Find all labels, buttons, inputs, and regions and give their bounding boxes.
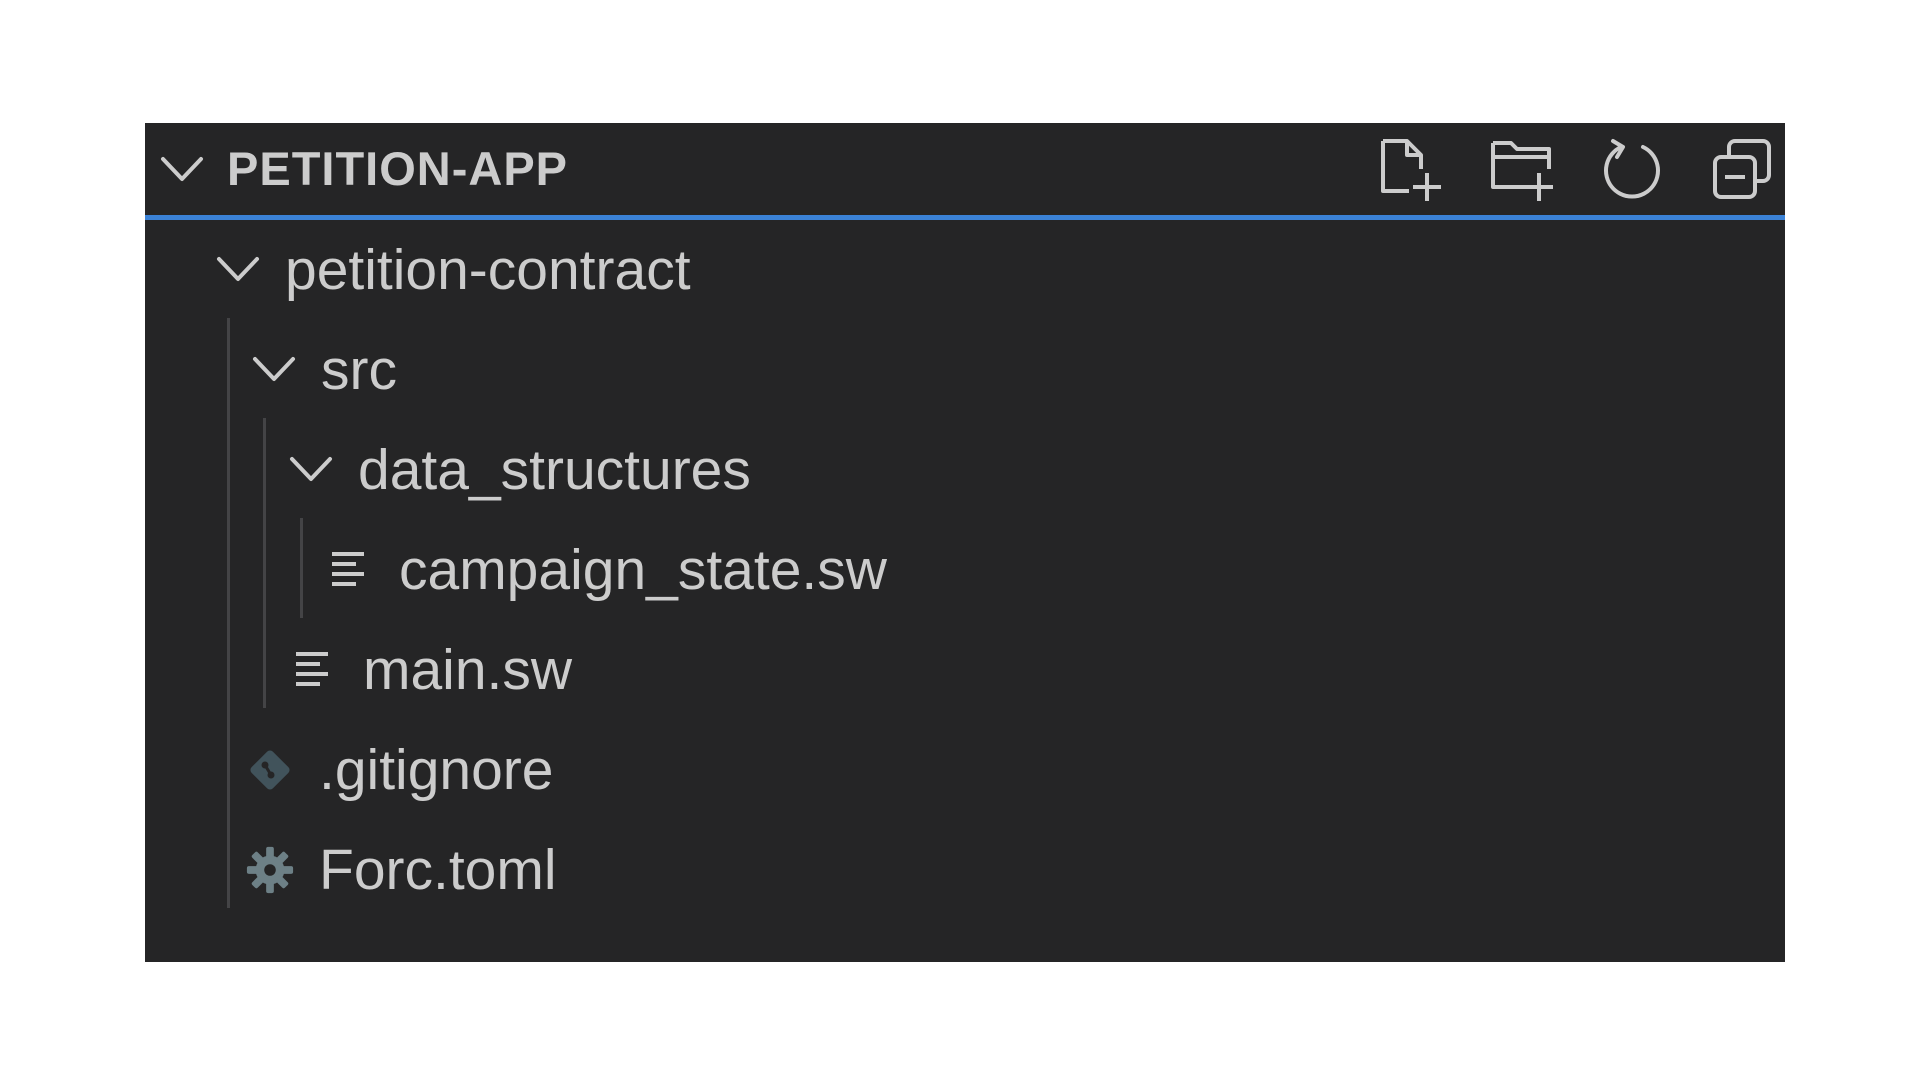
tree-file-campaign-state[interactable]: campaign_state.sw — [145, 520, 1785, 620]
tree-item-label: .gitignore — [319, 738, 554, 802]
chevron-down-icon[interactable] — [288, 453, 334, 487]
explorer-header[interactable]: PETITION-APP — [145, 123, 1785, 220]
tree-item-label: petition-contract — [285, 238, 691, 302]
chevron-down-icon[interactable] — [159, 153, 205, 187]
new-file-icon — [1381, 139, 1441, 201]
tree-item-label: src — [321, 338, 397, 402]
explorer-actions — [1379, 135, 1775, 205]
collapse-all-icon — [1713, 139, 1771, 199]
tree-folder-src[interactable]: src — [145, 320, 1785, 420]
file-tree: petition-contract src data_structures ca… — [145, 220, 1785, 920]
file-explorer: PETITION-APP petition-contract src data_… — [145, 123, 1785, 962]
new-file-button[interactable] — [1379, 135, 1445, 205]
git-icon — [245, 745, 295, 795]
text-file-icon — [289, 645, 339, 695]
tree-file-gitignore[interactable]: .gitignore — [145, 720, 1785, 820]
tree-item-label: main.sw — [363, 638, 573, 702]
text-file-icon — [325, 545, 375, 595]
new-folder-icon — [1491, 141, 1553, 201]
refresh-icon — [1604, 139, 1660, 199]
refresh-button[interactable] — [1599, 135, 1665, 205]
gear-icon — [245, 845, 295, 895]
chevron-down-icon[interactable] — [215, 253, 261, 287]
chevron-down-icon[interactable] — [251, 353, 297, 387]
tree-item-label: data_structures — [358, 438, 751, 502]
explorer-title: PETITION-APP — [227, 142, 569, 195]
tree-item-label: Forc.toml — [319, 838, 557, 902]
tree-file-forc-toml[interactable]: Forc.toml — [145, 820, 1785, 920]
tree-file-main[interactable]: main.sw — [145, 620, 1785, 720]
new-folder-button[interactable] — [1489, 135, 1555, 205]
collapse-all-button[interactable] — [1709, 135, 1775, 205]
tree-item-label: campaign_state.sw — [399, 538, 887, 602]
tree-folder-petition-contract[interactable]: petition-contract — [145, 220, 1785, 320]
tree-folder-data-structures[interactable]: data_structures — [145, 420, 1785, 520]
